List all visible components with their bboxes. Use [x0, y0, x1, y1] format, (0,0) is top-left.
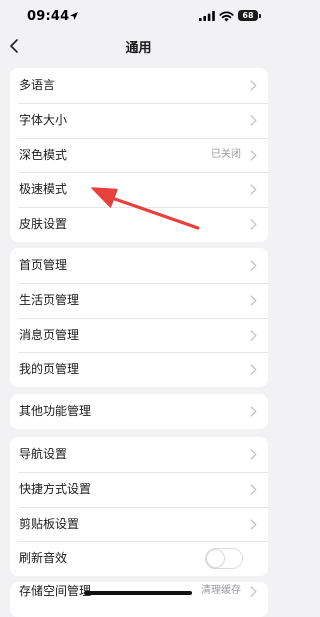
settings-row-multilanguage[interactable]: 多语言 [10, 68, 268, 103]
settings-row-other-features[interactable]: 其他功能管理 [10, 394, 268, 429]
settings-row-font-size[interactable]: 字体大小 [10, 102, 268, 138]
wifi-icon [219, 11, 234, 22]
battery-indicator: 68 [238, 10, 258, 21]
chevron-right-icon [250, 518, 257, 530]
settings-row-clipboard[interactable]: 剪贴板设置 [10, 506, 268, 542]
row-label: 首页管理 [19, 258, 68, 272]
settings-group-pages: 首页管理 生活页管理 消息页管理 我的页管理 [10, 248, 268, 388]
chevron-right-icon [250, 149, 257, 161]
refresh-sound-toggle[interactable] [205, 548, 243, 570]
settings-row-dark-mode[interactable]: 深色模式 已关闭 [10, 137, 268, 173]
storage-action: 清理缓存 [201, 585, 241, 596]
settings-row-skin[interactable]: 皮肤设置 [10, 207, 268, 242]
row-label: 导航设置 [19, 447, 68, 461]
home-indicator [84, 591, 192, 595]
status-bar: 09:44 68 [0, 0, 277, 32]
chevron-right-icon [250, 364, 257, 376]
row-label: 皮肤设置 [19, 217, 68, 232]
row-label: 字体大小 [19, 112, 68, 127]
chevron-right-icon [250, 406, 257, 417]
cellular-signal-icon [199, 11, 215, 21]
row-label: 极速模式 [19, 182, 68, 197]
row-label: 生活页管理 [19, 292, 80, 307]
settings-group-storage: 存储空间管理 清理缓存 [10, 582, 268, 617]
settings-group-other: 其他功能管理 [10, 394, 268, 429]
row-label: 快捷方式设置 [19, 481, 92, 496]
settings-group-display: 多语言 字体大小 深色模式 已关闭 极速模式 皮肤设置 [10, 68, 268, 242]
location-arrow-icon [70, 12, 78, 20]
row-label: 其他功能管理 [19, 404, 92, 418]
chevron-right-icon [250, 329, 257, 341]
chevron-right-icon [250, 586, 257, 597]
settings-row-message-page[interactable]: 消息页管理 [10, 317, 268, 353]
settings-row-speed-mode[interactable]: 极速模式 [10, 172, 268, 207]
dark-mode-status: 已关闭 [211, 148, 241, 160]
chevron-right-icon [250, 295, 257, 306]
row-label: 消息页管理 [19, 327, 80, 342]
row-label: 刷新音效 [19, 551, 68, 566]
settings-row-shortcuts[interactable]: 快捷方式设置 [10, 471, 268, 507]
chevron-right-icon [250, 115, 257, 126]
row-label: 我的页管理 [19, 362, 80, 377]
settings-row-refresh-sound: 刷新音效 [10, 541, 268, 576]
settings-group-shortcuts: 导航设置 快捷方式设置 剪贴板设置 刷新音效 [10, 437, 268, 577]
page-title: 通用 [125, 41, 152, 56]
settings-row-home-page[interactable]: 首页管理 [10, 248, 268, 283]
chevron-right-icon [250, 449, 257, 460]
battery-nub [259, 13, 261, 18]
chevron-right-icon [250, 184, 257, 196]
row-label: 存储空间管理 [19, 584, 92, 598]
chevron-right-icon [250, 219, 257, 230]
chevron-right-icon [250, 80, 257, 91]
chevron-right-icon [250, 484, 257, 495]
settings-row-my-page[interactable]: 我的页管理 [10, 352, 268, 387]
nav-bar: 通用 [0, 32, 277, 60]
settings-row-storage[interactable]: 存储空间管理 清理缓存 [10, 582, 268, 617]
toggle-knob [207, 550, 224, 568]
chevron-right-icon [250, 260, 257, 271]
settings-row-navigation[interactable]: 导航设置 [10, 437, 268, 472]
settings-row-life-page[interactable]: 生活页管理 [10, 282, 268, 318]
status-time: 09:44 [27, 9, 70, 24]
row-label: 深色模式 [19, 147, 68, 162]
row-label: 多语言 [19, 78, 56, 92]
row-label: 剪贴板设置 [19, 516, 80, 531]
